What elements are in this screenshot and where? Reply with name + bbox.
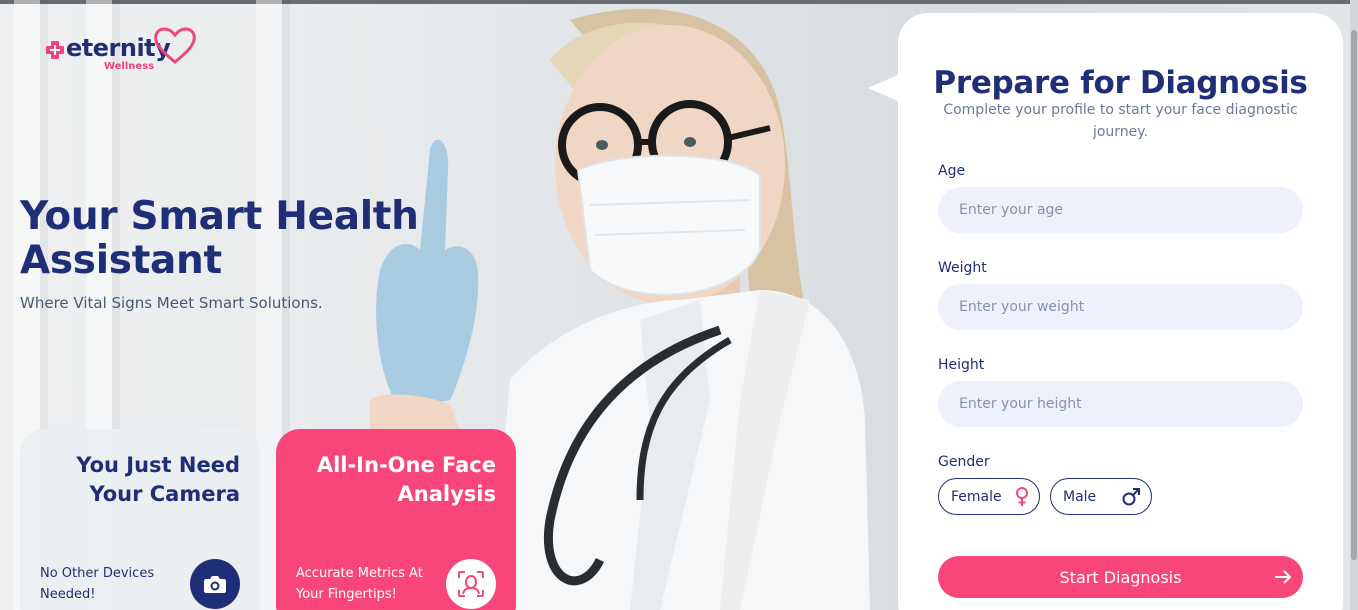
card-title: You Just Need Your Camera [76,453,240,506]
weight-label: Weight [938,260,987,276]
arrow-right-icon [1275,570,1292,584]
form-subtitle: Complete your profile to start your face… [943,102,1298,140]
age-input[interactable] [938,187,1303,233]
gender-label: Gender [938,454,990,470]
scrollbar-thumb[interactable] [1351,30,1357,560]
feature-card-camera: You Just Need Your Camera No Other Devic… [20,429,260,610]
brand-tagline: Wellness [104,61,155,72]
start-diagnosis-button[interactable]: Start Diagnosis [938,556,1303,598]
hero-title: Your Smart Health Assistant [20,194,419,283]
camera-icon [190,559,240,609]
medical-cross-icon [46,41,64,59]
page-scrollbar[interactable] [1350,0,1358,610]
weight-input[interactable] [938,284,1303,330]
gender-option-male[interactable]: Male [1050,478,1152,515]
gender-option-label: Female [951,488,1002,505]
card-note: Accurate Metrics At Your Fingertips! [296,566,423,602]
card-note: No Other Devices Needed! [40,566,155,602]
gender-option-label: Male [1063,488,1097,505]
face-scan-icon [446,559,496,609]
start-diagnosis-label: Start Diagnosis [1059,567,1182,587]
gender-option-female[interactable]: Female [938,478,1040,515]
height-label: Height [938,357,985,373]
female-symbol-icon [1016,486,1028,506]
speech-bubble-tail [868,74,900,102]
height-input[interactable] [938,381,1303,427]
feature-card-face-analysis: All-In-One Face Analysis Accurate Metric… [276,429,516,610]
male-symbol-icon [1122,487,1140,505]
form-title: Prepare for Diagnosis [933,65,1308,101]
brand-logo[interactable]: eternity Wellness [42,26,202,78]
card-title: All-In-One Face Analysis [316,453,496,506]
diagnosis-form-panel: Prepare for Diagnosis Complete your prof… [898,13,1343,610]
heart-icon [154,27,196,64]
age-label: Age [938,163,966,179]
hero-subtitle: Where Vital Signs Meet Smart Solutions. [20,294,323,312]
